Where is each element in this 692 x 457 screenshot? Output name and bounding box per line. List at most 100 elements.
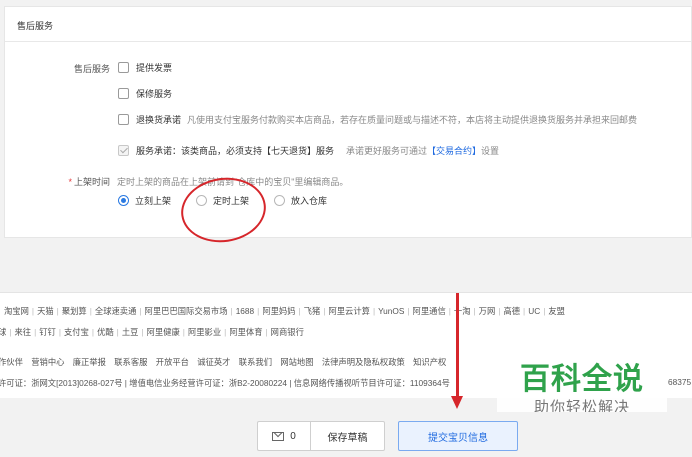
footer-separator: | xyxy=(58,327,61,337)
footer-link[interactable]: 阿里健康 xyxy=(147,327,180,337)
footer-separator: | xyxy=(31,306,35,316)
option-invoice[interactable]: 提供发票 xyxy=(118,61,172,74)
required-mark: * xyxy=(68,177,72,187)
footer-separator: | xyxy=(523,306,526,316)
warehouse-radio[interactable] xyxy=(274,195,285,206)
save-draft-button[interactable]: 保存草稿 xyxy=(310,421,385,451)
footer-link[interactable]: 阿里云计算 xyxy=(328,306,370,316)
footer-separator xyxy=(275,357,277,367)
message-button[interactable]: 0 xyxy=(257,421,310,451)
footer-link[interactable]: 阿里巴巴国际交易市场 xyxy=(145,306,228,316)
footer-link[interactable]: 高德 xyxy=(503,306,520,316)
footer-links-row3: 作伙伴 营销中心 廉正举报 联系客服 开放平台 诚征英才 联系我们 网站地图 法… xyxy=(0,356,446,368)
footer-link[interactable]: 优酷 xyxy=(97,327,114,337)
radio-list-now[interactable]: 立刻上架 xyxy=(118,194,171,207)
footer-separator: | xyxy=(34,327,37,337)
footer-link[interactable]: 法律声明及隐私权政策 xyxy=(322,357,405,367)
footer-link[interactable]: 支付宝 xyxy=(64,327,89,337)
footer-separator: | xyxy=(448,306,451,316)
trade-contract-link[interactable]: 【交易合约】 xyxy=(427,144,481,157)
footer-separator xyxy=(233,357,235,367)
invoice-label: 提供发票 xyxy=(136,63,173,73)
annotation-arrow-head xyxy=(451,396,463,409)
option-return-promise[interactable]: 退换货承诺 凡使用支付宝服务付款购买本店商品，若存在质量问题或与描述不符，本店将… xyxy=(118,113,637,126)
option-service-commitment: 服务承诺：该类商品，必须支持【七天退货】服务 承诺更好服务可通过 【交易合约】 … xyxy=(118,144,499,157)
footer-link[interactable]: YunOS xyxy=(378,306,404,316)
panel-title: 售后服务 xyxy=(5,7,691,42)
footer-link[interactable]: 淘宝网 xyxy=(4,306,29,316)
footer-link[interactable]: 万网 xyxy=(479,306,496,316)
return-promise-label: 退换货承诺 xyxy=(136,115,182,125)
footer-link[interactable]: 全球速卖通 xyxy=(95,306,137,316)
footer-separator: | xyxy=(56,306,59,316)
footer-link[interactable]: 开放平台 xyxy=(156,357,189,367)
list-now-radio[interactable] xyxy=(118,195,129,206)
footer-separator: | xyxy=(473,306,476,316)
list-now-label: 立刻上架 xyxy=(135,196,172,206)
footer-link[interactable]: 知识产权 xyxy=(413,357,446,367)
commitment-checkbox xyxy=(118,145,129,156)
footer-links-row1: 淘宝网 | 天猫 | 聚划算 | 全球速卖通 | 阿里巴巴国际交易市场 | 1688 | 阿里妈妈 | 飞猪… xyxy=(4,305,565,317)
warranty-checkbox[interactable] xyxy=(118,88,129,99)
warranty-label: 保修服务 xyxy=(136,89,173,99)
footer-license-tail: 68375 xyxy=(668,377,692,387)
listing-time-text: 上架时间 xyxy=(73,177,110,187)
footer-link[interactable]: 1688 xyxy=(236,306,254,316)
message-count: 0 xyxy=(290,430,296,442)
footer-separator xyxy=(317,357,319,367)
footer-link[interactable]: 营销中心 xyxy=(31,357,64,367)
commitment-note-prefix: 承诺更好服务可通过 xyxy=(346,146,428,156)
footer-separator xyxy=(109,357,111,367)
footer-separator: | xyxy=(9,327,12,337)
footer-link[interactable]: 网站地图 xyxy=(280,357,313,367)
footer-link[interactable]: 阿里妈妈 xyxy=(262,306,295,316)
radio-warehouse[interactable]: 放入仓库 xyxy=(274,194,327,207)
warehouse-label: 放入仓库 xyxy=(291,196,328,206)
footer-link[interactable]: 阿里影业 xyxy=(188,327,221,337)
footer-separator: | xyxy=(498,306,501,316)
option-warranty[interactable]: 保修服务 xyxy=(118,87,172,100)
footer-separator: | xyxy=(224,327,227,337)
footer-separator: | xyxy=(372,306,376,316)
footer-link[interactable]: 友盟 xyxy=(548,306,565,316)
footer-separator: | xyxy=(139,306,142,316)
footer-link[interactable]: 联系客服 xyxy=(114,357,147,367)
footer-separator: | xyxy=(407,306,410,316)
footer-separator: | xyxy=(89,306,92,316)
footer-link[interactable]: 钉钉 xyxy=(39,327,56,337)
submit-item-button[interactable]: 提交宝贝信息 xyxy=(398,421,518,451)
footer-link[interactable]: UC xyxy=(528,306,540,316)
footer-link[interactable]: 廉正举报 xyxy=(73,357,106,367)
footer-link[interactable]: 网商银行 xyxy=(271,327,304,337)
footer-link[interactable]: 诚征英才 xyxy=(197,357,230,367)
footer-separator xyxy=(150,357,152,367)
watermark-main: 百科全说 xyxy=(520,363,644,396)
footer-license: 许可证：浙网文[2013]0268-027号 | 增值电信业务经营许可证：浙B2… xyxy=(0,378,450,388)
footer-separator xyxy=(67,357,69,367)
listing-time-label: * 上架时间 xyxy=(4,175,110,188)
footer-separator: | xyxy=(323,306,326,316)
footer-link[interactable]: 聚划算 xyxy=(62,306,87,316)
footer-link[interactable]: 阿里体育 xyxy=(229,327,262,337)
footer-link[interactable]: 土豆 xyxy=(122,327,139,337)
action-bar: 0 保存草稿 提交宝贝信息 xyxy=(0,412,692,457)
return-promise-desc: 凡使用支付宝服务付款购买本店商品，若存在质量问题或与描述不符，本店将主动提供退换… xyxy=(187,115,638,125)
footer-link[interactable]: 阿里通信 xyxy=(413,306,446,316)
footer-separator: | xyxy=(91,327,95,337)
footer-separator: | xyxy=(116,327,119,337)
footer-separator: | xyxy=(543,306,546,316)
footer-link[interactable]: 作伙伴 xyxy=(0,357,23,367)
footer-link[interactable]: 联系我们 xyxy=(239,357,272,367)
footer-separator xyxy=(408,357,410,367)
footer-separator: | xyxy=(257,306,260,316)
footer-link[interactable]: 飞猪 xyxy=(304,306,321,316)
footer-link[interactable]: 来往 xyxy=(14,327,31,337)
footer-link[interactable]: 球 xyxy=(0,327,6,337)
envelope-icon xyxy=(272,431,285,441)
invoice-checkbox[interactable] xyxy=(118,62,129,73)
return-promise-checkbox[interactable] xyxy=(118,114,129,125)
footer-link[interactable]: 天猫 xyxy=(37,306,54,316)
footer-separator: | xyxy=(298,306,301,316)
footer-separator xyxy=(192,357,194,367)
after-sales-label: 售后服务 xyxy=(73,64,110,74)
